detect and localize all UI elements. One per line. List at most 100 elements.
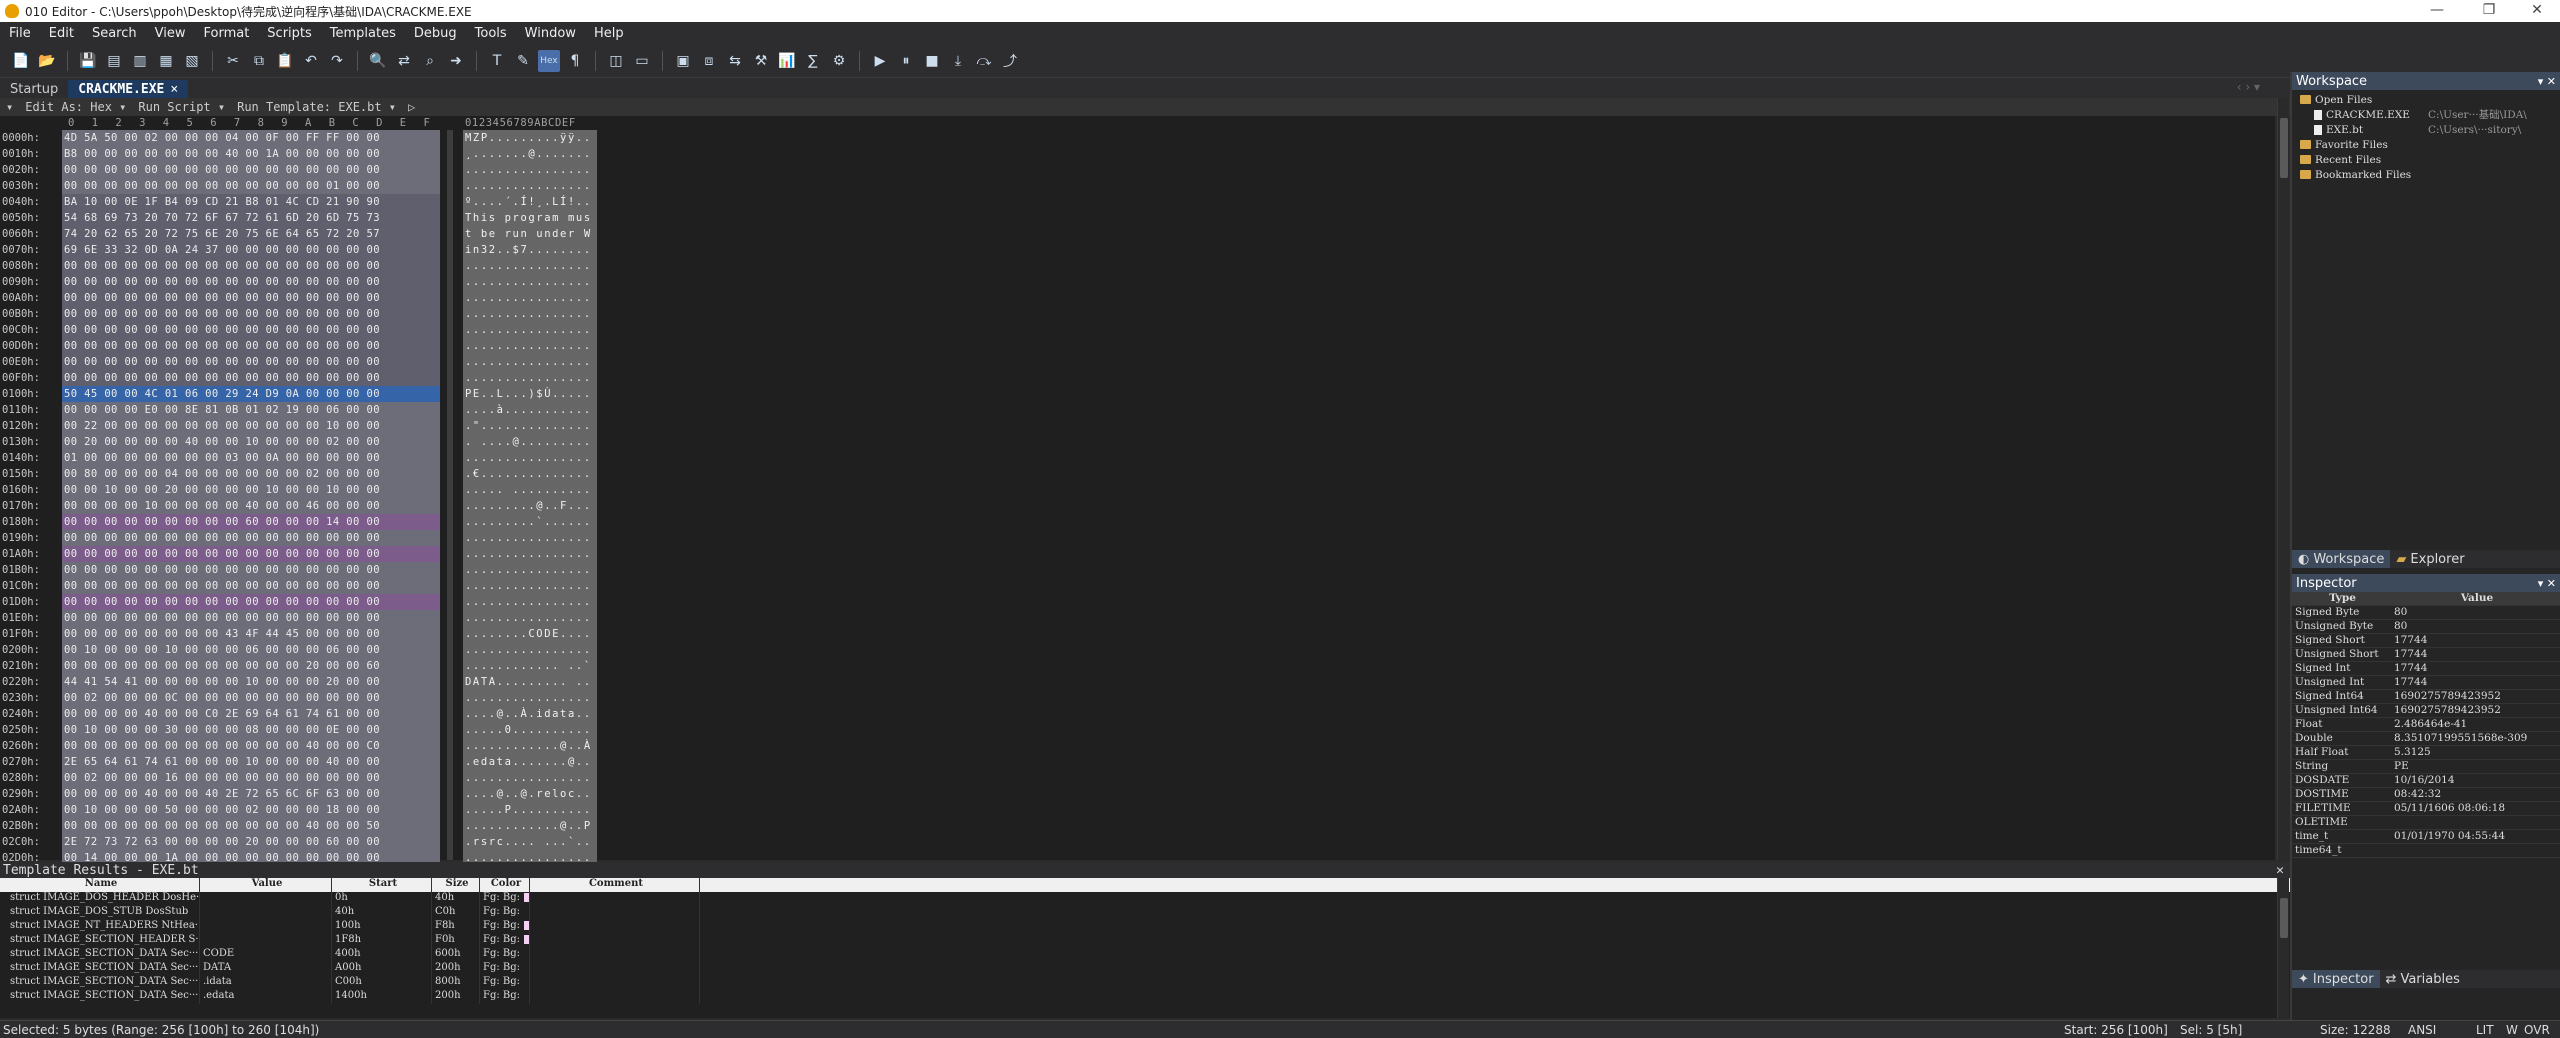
hex-row[interactable]: 01A0h: 00 00 00 00 00 00 00 00 00 00 00 0… <box>0 546 610 562</box>
inspector-value[interactable] <box>2390 816 2394 829</box>
hex-row[interactable]: 0240h: 00 00 00 00 40 00 00 C0 2E 69 64 6… <box>0 706 610 722</box>
hex-bytes[interactable]: 00 00 00 00 00 00 00 00 00 00 00 00 00 0… <box>64 532 380 544</box>
ascii-text[interactable]: ................ <box>465 644 592 656</box>
ascii-text[interactable]: ................ <box>465 356 592 368</box>
inspector-row[interactable]: String PE <box>2292 760 2560 774</box>
inspector-row[interactable]: Unsigned Short 17744 <box>2292 648 2560 662</box>
hex-bytes[interactable]: 2E 65 64 61 74 61 00 00 00 10 00 00 00 4… <box>64 756 380 768</box>
hex-row[interactable]: 0220h: 44 41 54 41 00 00 00 00 00 10 00 0… <box>0 674 610 690</box>
pin-icon[interactable]: ▾ <box>6 100 13 114</box>
status-endian[interactable]: LIT <box>2476 1023 2494 1037</box>
inspector-row[interactable]: OLETIME <box>2292 816 2560 830</box>
inspector-row[interactable]: Unsigned Byte 80 <box>2292 620 2560 634</box>
inspector-value[interactable]: 1690275789423952 <box>2390 690 2501 703</box>
tools-icon[interactable]: ⚒ <box>750 50 772 72</box>
minimize-button[interactable]: — <box>2414 0 2460 22</box>
inspector-row[interactable]: Signed Int64 1690275789423952 <box>2292 690 2560 704</box>
ascii-text[interactable]: ................ <box>465 260 592 272</box>
run-template-dropdown[interactable]: Run Template: EXE.bt ▾ <box>237 100 396 114</box>
edit-as-dropdown[interactable]: Edit As: Hex ▾ <box>25 100 126 114</box>
close-tab-icon[interactable]: × <box>170 82 178 97</box>
hex-row[interactable]: 00D0h: 00 00 00 00 00 00 00 00 00 00 00 0… <box>0 338 610 354</box>
close-panel-icon[interactable]: ✕ <box>2276 863 2290 878</box>
tab-inspector[interactable]: ✦ Inspector <box>2292 970 2380 988</box>
ascii-text[interactable]: ............@..P <box>465 820 592 832</box>
workspace-folder[interactable]: Open Files <box>2292 92 2560 107</box>
ascii-text[interactable]: ................ <box>465 564 592 576</box>
hex-row[interactable]: 0290h: 00 00 00 00 40 00 00 40 2E 72 65 6… <box>0 786 610 802</box>
template-column-header[interactable]: Name <box>0 878 200 892</box>
scrollbar-thumb[interactable] <box>2280 898 2288 938</box>
hex-row[interactable]: 00B0h: 00 00 00 00 00 00 00 00 00 00 00 0… <box>0 306 610 322</box>
ascii-text[interactable]: ..... .......... <box>465 484 592 496</box>
hex-mode-icon[interactable]: Hex <box>538 49 560 72</box>
hex-row[interactable]: 00A0h: 00 00 00 00 00 00 00 00 00 00 00 0… <box>0 290 610 306</box>
inspector-value[interactable]: 17744 <box>2390 648 2427 661</box>
ascii-text[interactable]: .edata.......@.. <box>465 756 592 768</box>
ascii-text[interactable]: ........CODE.... <box>465 628 592 640</box>
hex-bytes[interactable]: 50 45 00 00 4C 01 06 00 29 24 D9 0A 00 0… <box>64 388 380 400</box>
inspector-row[interactable]: Double 8.35107199551568e-309 <box>2292 732 2560 746</box>
hex-row[interactable]: 0200h: 00 10 00 00 00 10 00 00 00 06 00 0… <box>0 642 610 658</box>
tab-crackme[interactable]: CRACKME.EXE × <box>68 80 189 98</box>
hex-row[interactable]: 0040h: BA 10 00 0E 1F B4 09 CD 21 B8 01 4… <box>0 194 610 210</box>
hex-bytes[interactable]: 01 00 00 00 00 00 00 00 03 00 0A 00 00 0… <box>64 452 380 464</box>
hex-row[interactable]: 0230h: 00 02 00 00 00 0C 00 00 00 00 00 0… <box>0 690 610 706</box>
paste-icon[interactable]: 📋 <box>274 50 296 72</box>
workspace-icon[interactable]: ▧ <box>181 50 203 72</box>
hex-bytes[interactable]: 00 00 00 00 00 00 00 00 00 60 00 00 00 1… <box>64 516 380 528</box>
menu-item[interactable]: Scripts <box>258 26 320 41</box>
hex-bytes[interactable]: 00 00 00 00 00 00 00 00 00 00 00 00 00 0… <box>64 180 380 192</box>
step-icon[interactable]: ⤓ <box>947 50 969 72</box>
save-icon[interactable]: 💾 <box>77 50 99 72</box>
panel-controls[interactable]: ▾ ✕ <box>2538 75 2560 88</box>
ascii-text[interactable]: ................ <box>465 532 592 544</box>
menu-item[interactable]: Templates <box>321 26 405 41</box>
hex-scrollbar[interactable] <box>2277 98 2289 860</box>
menu-item[interactable]: Window <box>516 26 585 41</box>
folder-icon[interactable]: ▦ <box>155 50 177 72</box>
ascii-text[interactable]: ................ <box>465 324 592 336</box>
inspector-row[interactable]: time64_t <box>2292 844 2560 858</box>
hex-bytes[interactable]: 4D 5A 50 00 02 00 00 00 04 00 0F 00 FF F… <box>64 132 380 144</box>
ascii-text[interactable]: ................ <box>465 292 592 304</box>
inspector-row[interactable]: Float 2.486464e-41 <box>2292 718 2560 732</box>
hex-bytes[interactable]: 44 41 54 41 00 00 00 00 00 10 00 00 00 2… <box>64 676 380 688</box>
ascii-text[interactable]: ................ <box>465 340 592 352</box>
hex-bytes[interactable]: 00 10 00 00 00 50 00 00 00 02 00 00 00 1… <box>64 804 380 816</box>
hex-row[interactable]: 0120h: 00 22 00 00 00 00 00 00 00 00 00 0… <box>0 418 610 434</box>
template-row[interactable]: struct IMAGE_NT_HEADERS NtHea··· 100h F8h F… <box>0 920 2290 934</box>
hex-row[interactable]: 0000h: 4D 5A 50 00 02 00 00 00 04 00 0F 0… <box>0 130 610 146</box>
run-script-dropdown[interactable]: Run Script ▾ <box>138 100 225 114</box>
hex-row[interactable]: 0190h: 00 00 00 00 00 00 00 00 00 00 00 0… <box>0 530 610 546</box>
hex-bytes[interactable]: 00 00 00 00 00 00 00 00 00 00 00 00 00 0… <box>64 308 380 320</box>
cut-icon[interactable]: ✂ <box>222 50 244 72</box>
hex-bytes[interactable]: 00 00 00 00 00 00 00 00 00 00 00 00 00 0… <box>64 548 380 560</box>
ascii-text[interactable]: ....à........... <box>465 404 592 416</box>
menu-item[interactable]: Search <box>83 26 146 41</box>
menu-item[interactable]: Edit <box>40 26 83 41</box>
status-encoding[interactable]: ANSI <box>2408 1023 2436 1037</box>
ascii-text[interactable]: ................ <box>465 548 592 560</box>
menu-item[interactable]: View <box>146 26 195 41</box>
inspector-row[interactable]: DOSTIME 08:42:32 <box>2292 788 2560 802</box>
hex-row[interactable]: 0210h: 00 00 00 00 00 00 00 00 00 00 00 0… <box>0 658 610 674</box>
menu-item[interactable]: Help <box>585 26 633 41</box>
ascii-text[interactable]: .........`...... <box>465 516 592 528</box>
inspector-row[interactable]: Unsigned Int 17744 <box>2292 676 2560 690</box>
hex-bytes[interactable]: 00 00 00 00 00 00 00 00 00 00 00 00 00 0… <box>64 372 380 384</box>
hex-bytes[interactable]: 00 00 00 00 00 00 00 00 00 00 00 00 00 0… <box>64 356 380 368</box>
hex-row[interactable]: 0260h: 00 00 00 00 00 00 00 00 00 00 00 0… <box>0 738 610 754</box>
inspector-value[interactable]: 17744 <box>2390 634 2427 647</box>
inspector-row[interactable]: DOSDATE 10/16/2014 <box>2292 774 2560 788</box>
inspector-value[interactable]: 5.3125 <box>2390 746 2431 759</box>
hex-row[interactable]: 0150h: 00 80 00 00 00 04 00 00 00 00 00 0… <box>0 466 610 482</box>
hex-row[interactable]: 0090h: 00 00 00 00 00 00 00 00 00 00 00 0… <box>0 274 610 290</box>
hex-row[interactable]: 0100h: 50 45 00 00 4C 01 06 00 29 24 D9 0… <box>0 386 610 402</box>
workspace-folder[interactable]: Bookmarked Files <box>2292 167 2560 182</box>
open-file-icon[interactable]: 📂 <box>36 50 58 72</box>
inspector-row[interactable]: time_t 01/01/1970 04:55:44 <box>2292 830 2560 844</box>
hex-row[interactable]: 0050h: 54 68 69 73 20 70 72 6F 67 72 61 6… <box>0 210 610 226</box>
template-row[interactable]: struct IMAGE_SECTION_DATA Sec··· DATA A00h… <box>0 962 2290 976</box>
hex-row[interactable]: 0250h: 00 10 00 00 00 30 00 00 00 08 00 0… <box>0 722 610 738</box>
